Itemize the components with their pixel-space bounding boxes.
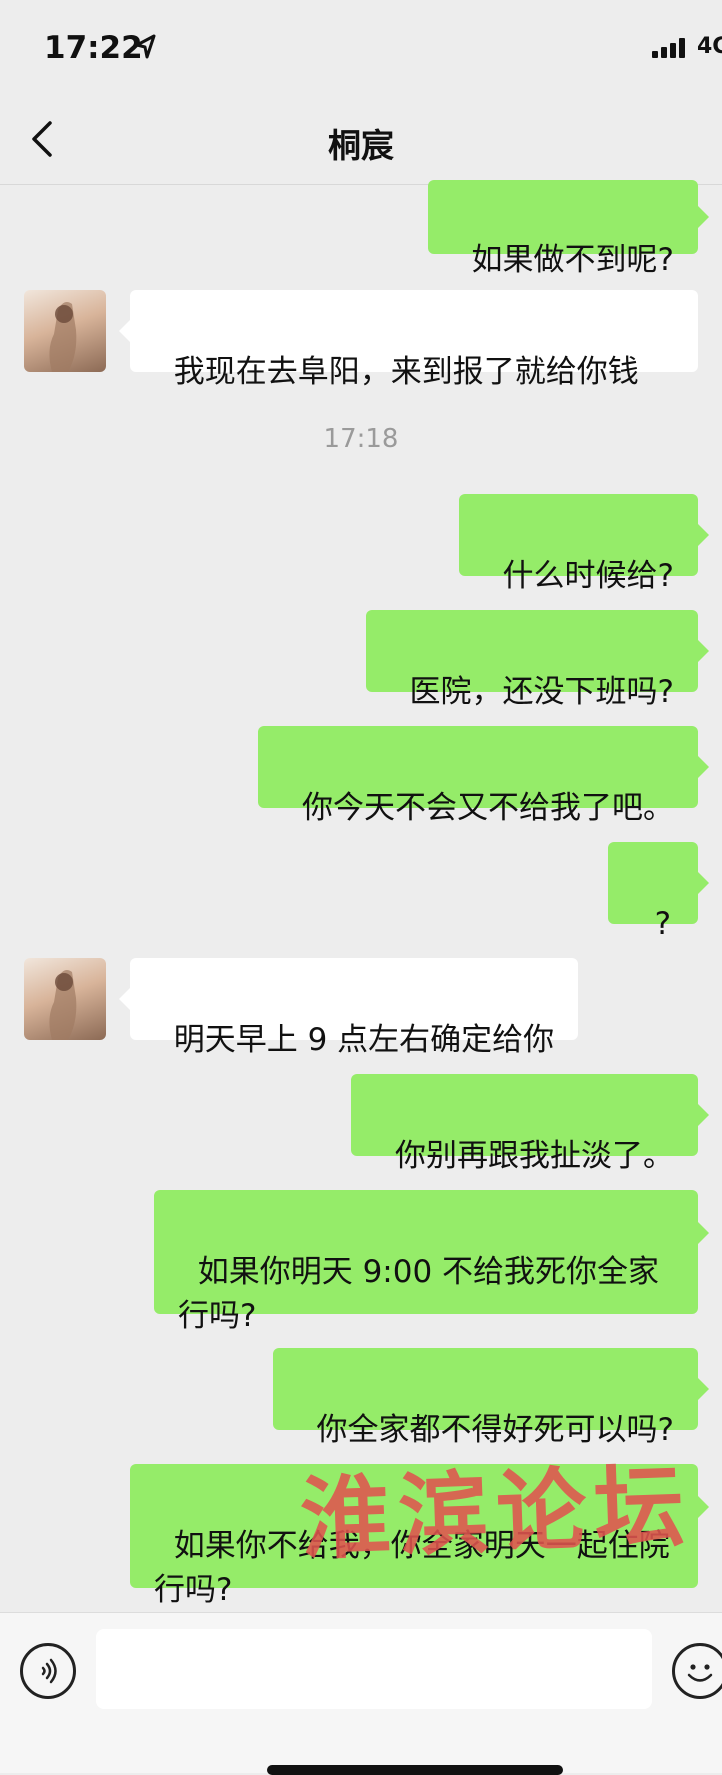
message-text: 医院，还没下班吗?: [409, 674, 674, 710]
input-bar: [0, 1612, 722, 1775]
bubble-tail: [698, 872, 709, 894]
bubble-tail: [698, 1496, 709, 1518]
emoji-button[interactable]: [672, 1643, 722, 1699]
status-time: 17:22: [44, 30, 143, 66]
chat-header: 桐宸: [0, 95, 722, 185]
message-text: 你全家都不得好死可以吗?: [316, 1412, 674, 1448]
bubble-tail: [698, 524, 709, 546]
message-bubble-outgoing[interactable]: 什么时候给?: [458, 494, 698, 594]
bubble-tail: [119, 988, 130, 1010]
message-bubble-outgoing[interactable]: 你别再跟我扯淡了。: [351, 1074, 698, 1174]
voice-button[interactable]: [20, 1643, 76, 1699]
message-timestamp: 17:18: [323, 424, 399, 454]
message-text: 如果做不到呢?: [471, 242, 674, 278]
bubble-tail: [698, 206, 709, 228]
message-text: 什么时候给?: [502, 558, 674, 594]
message-input[interactable]: [96, 1629, 652, 1709]
message-bubble-outgoing[interactable]: 医院，还没下班吗?: [365, 610, 698, 710]
message-bubble-incoming[interactable]: 我现在去阜阳，来到报了就给你钱: [130, 290, 698, 390]
home-indicator: [267, 1765, 563, 1775]
emoji-icon: [687, 1664, 713, 1682]
message-bubble-outgoing[interactable]: ?: [608, 842, 698, 942]
message-text: 如果你不给我，你全家明天一起住院行吗?: [154, 1528, 670, 1608]
message-bubble-outgoing[interactable]: 你全家都不得好死可以吗?: [272, 1348, 698, 1448]
voice-icon: [41, 1658, 57, 1684]
location-arrow-icon: [134, 34, 156, 64]
cellular-signal-icon: [652, 38, 690, 62]
message-text: 你今天不会又不给我了吧。: [302, 790, 674, 826]
message-text: 你别再跟我扯淡了。: [395, 1138, 674, 1174]
message-bubble-outgoing[interactable]: 如果做不到呢?: [427, 180, 698, 278]
message-text: 我现在去阜阳，来到报了就给你钱: [173, 354, 639, 390]
message-bubble-incoming[interactable]: 明天早上 9 点左右确定给你: [130, 958, 579, 1058]
bubble-tail: [698, 756, 709, 778]
bubble-tail: [698, 1104, 709, 1126]
message-bubble-outgoing[interactable]: 你今天不会又不给我了吧。: [258, 726, 698, 826]
message-bubble-outgoing[interactable]: 如果你不给我，你全家明天一起住院行吗?: [130, 1464, 698, 1608]
avatar[interactable]: [24, 290, 106, 372]
chat-title: 桐宸: [328, 126, 394, 165]
bubble-tail: [698, 640, 709, 662]
bubble-tail: [698, 1378, 709, 1400]
message-text: 明天早上 9 点左右确定给你: [173, 1022, 555, 1058]
bubble-tail: [119, 320, 130, 342]
message-text: 如果你明天 9:00 不给我死你全家行吗?: [178, 1254, 660, 1334]
network-type: 4G: [697, 34, 722, 59]
status-bar: 17:22 4G: [0, 0, 722, 95]
message-text: ?: [654, 906, 672, 942]
message-bubble-outgoing[interactable]: 如果你明天 9:00 不给我死你全家行吗?: [154, 1190, 698, 1334]
avatar[interactable]: [24, 958, 106, 1040]
bubble-tail: [698, 1222, 709, 1244]
